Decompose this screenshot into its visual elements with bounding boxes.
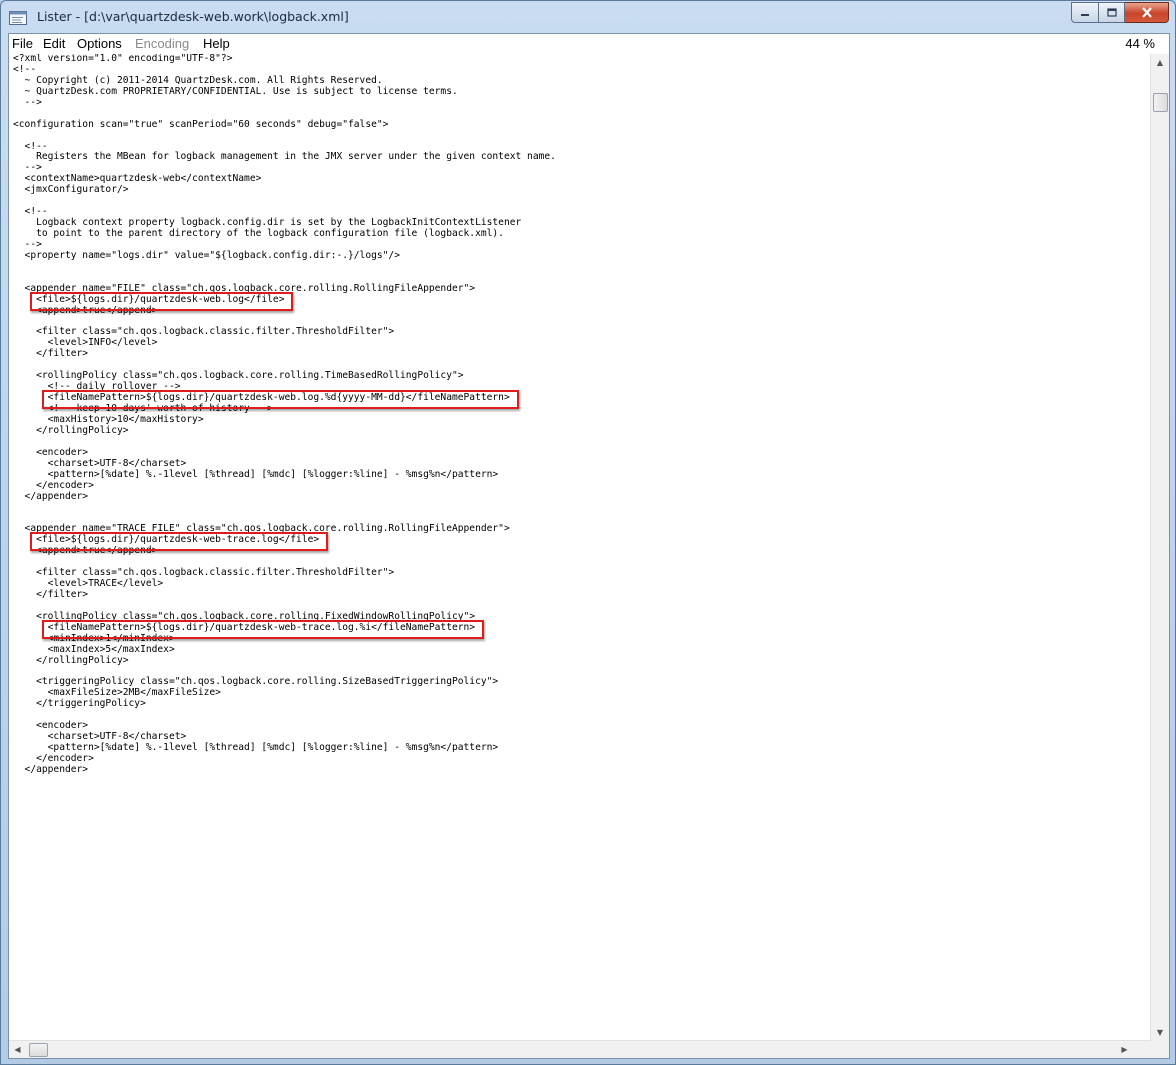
code-line: </rollingPolicy> bbox=[13, 424, 129, 436]
highlight-box bbox=[41, 390, 519, 410]
highlight-box bbox=[41, 619, 485, 639]
code-line: <level>INFO</level> bbox=[13, 337, 158, 349]
menu-encoding[interactable]: Encoding bbox=[135, 36, 189, 51]
code-line: <property name="logs.dir" value="${logba… bbox=[13, 249, 400, 261]
xml-source-text: <?xml version="1.0" encoding="UTF-8"?> <!… bbox=[13, 54, 556, 776]
code-line: </appender> bbox=[13, 490, 89, 502]
code-line: --> bbox=[13, 96, 42, 108]
minimize-icon bbox=[1081, 13, 1089, 16]
scroll-right-arrow-icon[interactable]: ▶ bbox=[1116, 1041, 1133, 1058]
file-content-view[interactable]: <?xml version="1.0" encoding="UTF-8"?> <!… bbox=[9, 54, 1150, 1039]
lister-app-icon bbox=[9, 10, 27, 25]
window-controls bbox=[1071, 2, 1169, 23]
close-icon bbox=[1141, 7, 1152, 18]
code-line: </filter> bbox=[13, 348, 89, 360]
code-line: </encoder> bbox=[13, 479, 94, 491]
code-line: <pattern>[%date] %.-1level [%thread] [%m… bbox=[13, 742, 499, 754]
vertical-scroll-thumb[interactable] bbox=[1153, 93, 1168, 112]
code-line: </filter> bbox=[13, 588, 89, 600]
highlight-box bbox=[30, 291, 294, 311]
scroll-up-arrow-icon[interactable]: ▲ bbox=[1151, 54, 1169, 71]
vertical-scrollbar[interactable]: ▲ ▼ bbox=[1150, 54, 1169, 1041]
highlight-box bbox=[30, 532, 328, 552]
code-line: <?xml version="1.0" encoding="UTF-8"?> bbox=[13, 54, 233, 64]
code-line: </encoder> bbox=[13, 753, 94, 764]
menu-bar: File Edit Options Encoding Help 44 % bbox=[9, 34, 1169, 54]
code-line: <pattern>[%date] %.-1level [%thread] [%m… bbox=[13, 468, 499, 480]
menu-file[interactable]: File bbox=[12, 36, 33, 51]
code-line: <jmxConfigurator/> bbox=[13, 184, 129, 196]
scrollbar-corner bbox=[1151, 1041, 1169, 1058]
code-line: ~ QuartzDesk.com PROPRIETARY/CONFIDENTIA… bbox=[13, 85, 458, 97]
minimize-button[interactable] bbox=[1071, 2, 1099, 23]
scroll-left-arrow-icon[interactable]: ◀ bbox=[9, 1041, 26, 1058]
maximize-button[interactable] bbox=[1099, 2, 1125, 23]
code-line: <configuration scan="true" scanPeriod="6… bbox=[13, 118, 389, 130]
title-bar[interactable]: Lister - [d:\var\quartzdesk-web.work\log… bbox=[1, 1, 1175, 33]
lister-client-area: File Edit Options Encoding Help 44 % <?x… bbox=[8, 33, 1170, 1059]
menu-options[interactable]: Options bbox=[77, 36, 122, 51]
zoom-level: 44 % bbox=[1125, 36, 1155, 51]
maximize-icon bbox=[1106, 8, 1117, 17]
code-line: </triggeringPolicy> bbox=[13, 698, 146, 710]
horizontal-scrollbar[interactable]: ◀ ▶ bbox=[9, 1040, 1151, 1058]
lister-window: Lister - [d:\var\quartzdesk-web.work\log… bbox=[0, 0, 1176, 1065]
menu-edit[interactable]: Edit bbox=[43, 36, 65, 51]
code-line: </rollingPolicy> bbox=[13, 654, 129, 666]
code-line: to point to the parent directory of the … bbox=[13, 228, 504, 239]
code-line: <maxIndex>5</maxIndex> bbox=[13, 643, 175, 655]
window-title: Lister - [d:\var\quartzdesk-web.work\log… bbox=[37, 9, 349, 24]
scroll-down-arrow-icon[interactable]: ▼ bbox=[1151, 1024, 1169, 1041]
code-line: <charset>UTF-8</charset> bbox=[13, 457, 187, 469]
horizontal-scroll-thumb[interactable] bbox=[29, 1043, 48, 1057]
code-line: </appender> bbox=[13, 763, 89, 775]
code-line: Registers the MBean for logback manageme… bbox=[13, 151, 556, 163]
menu-help[interactable]: Help bbox=[203, 36, 230, 51]
code-line: <level>TRACE</level> bbox=[13, 578, 164, 589]
close-button[interactable] bbox=[1125, 2, 1169, 23]
